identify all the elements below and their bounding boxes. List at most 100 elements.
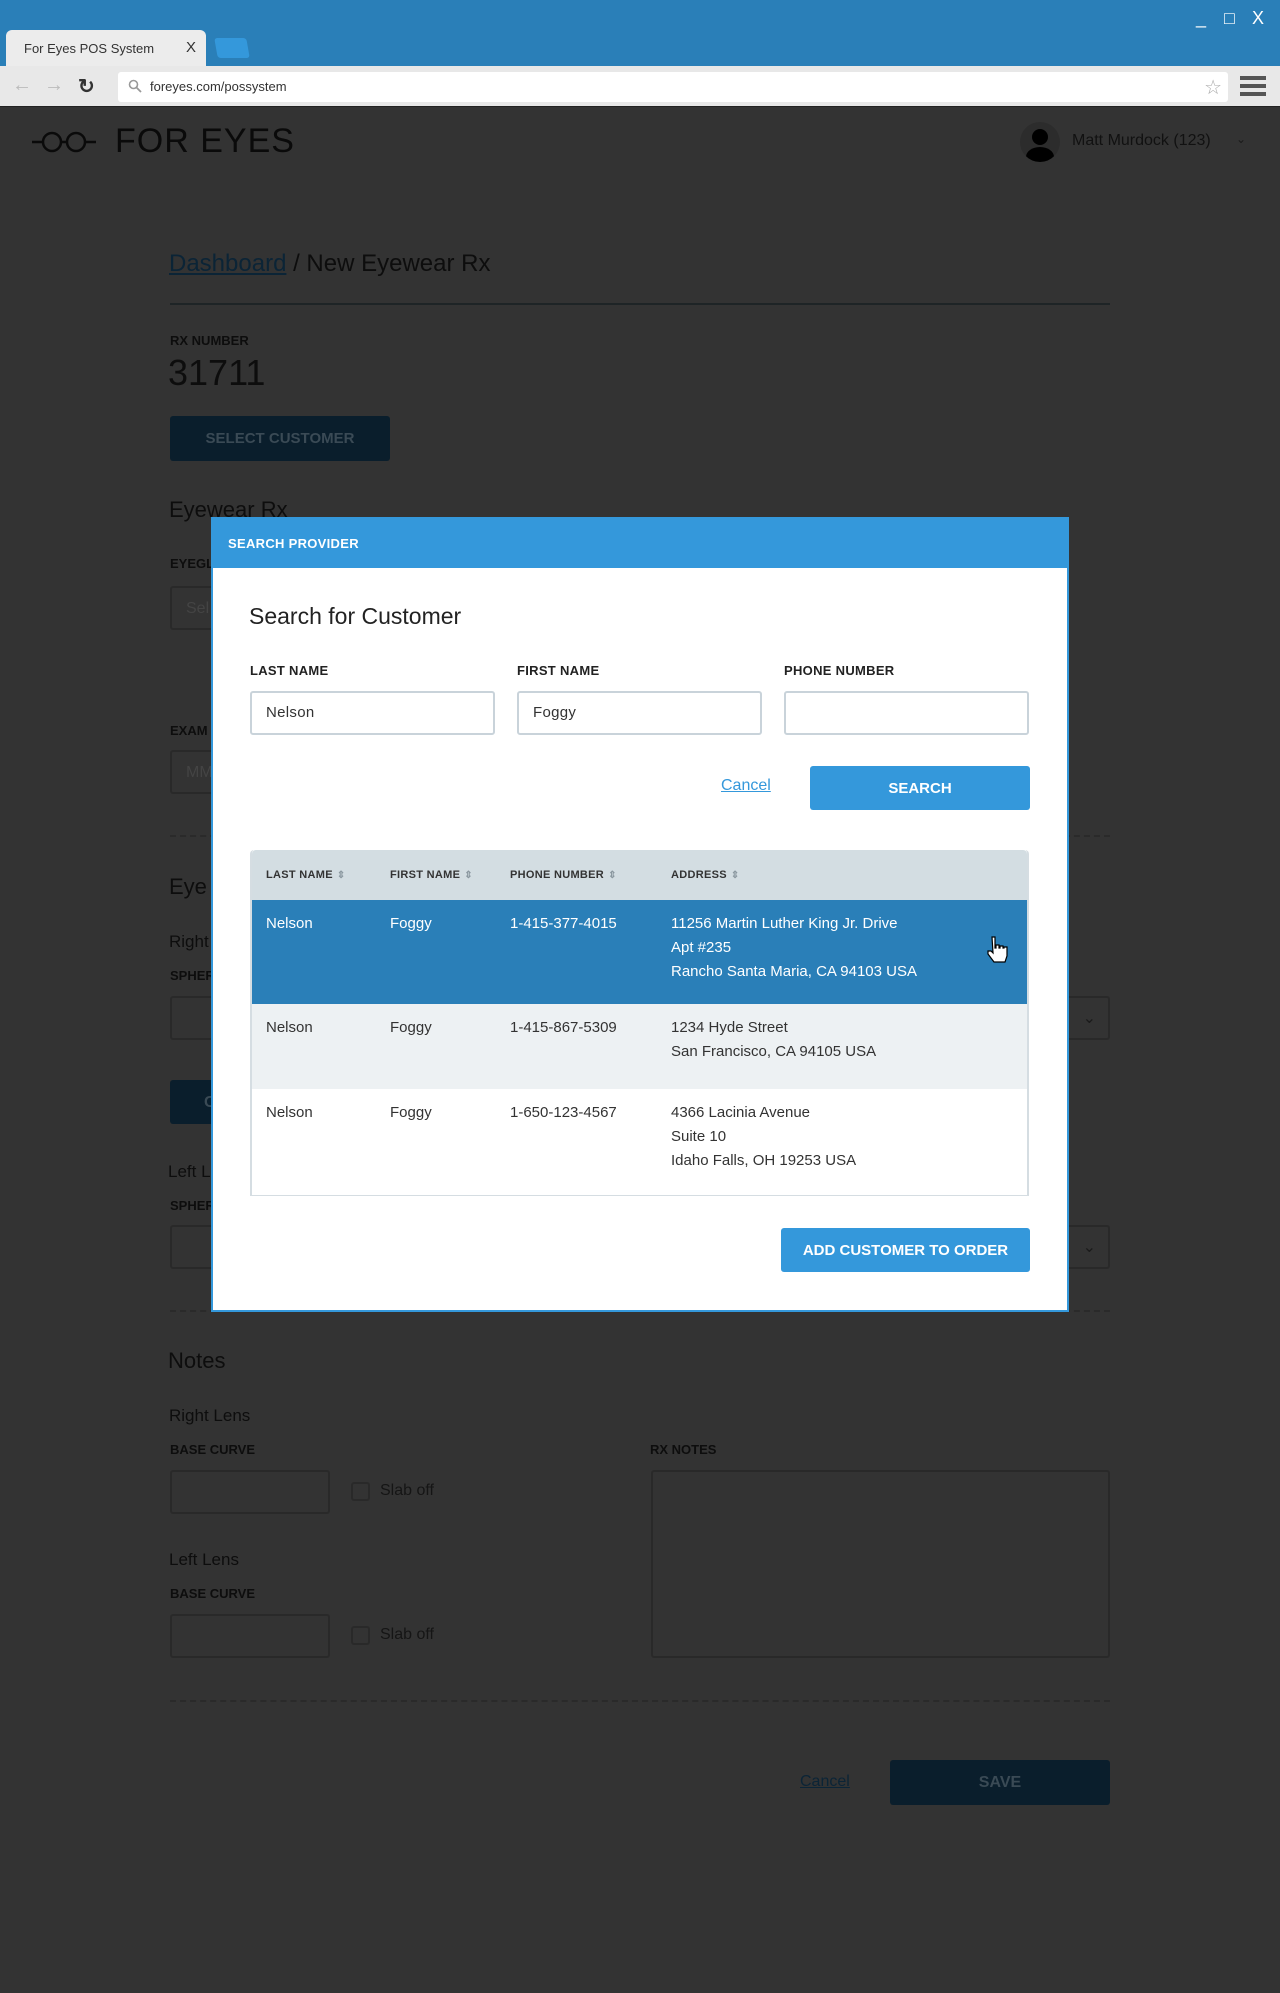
breadcrumb-current: / New Eyewear Rx [286,250,491,277]
cell-first: Foggy [390,915,432,932]
address-line: 1234 Hyde Street [671,1019,788,1036]
section-heading: Eye [169,874,207,899]
address-line: 11256 Martin Luther King Jr. Drive [671,915,898,932]
rx-notes-textarea[interactable] [651,1470,1110,1658]
select-customer-button[interactable]: SELECT CUSTOMER [170,416,390,461]
breadcrumb-dashboard-link[interactable]: Dashboard [169,250,286,277]
forward-icon[interactable]: → [44,74,64,97]
column-label: FIRST NAME [390,869,461,881]
new-tab-button[interactable] [214,38,250,58]
eyeglass-placeholder: Sel [186,600,210,617]
tab-close-icon[interactable]: X [186,39,196,56]
slab-off-label: Slab off [380,1482,434,1499]
phone-number-label: PHONE NUMBER [784,663,895,678]
address-line: 4366 Lacinia Avenue [671,1104,811,1121]
base-curve-label: BASE CURVE [170,1586,256,1601]
slab-off-label: Slab off [380,1626,434,1643]
address-line: Idaho Falls, OH 19253 USA [671,1152,857,1169]
column-header-last-name[interactable]: LAST NAME ⇕ [266,869,346,881]
sphere-label: SPHER [170,968,215,983]
last-name-input[interactable]: Nelson [250,691,495,735]
sort-icon: ⇕ [464,870,473,881]
rx-number: 31711 [168,352,266,393]
address-line: Suite 10 [671,1128,727,1145]
cell-first: Foggy [390,1019,432,1036]
cancel-link[interactable]: Cancel [800,1773,850,1791]
modal-title: Search for Customer [249,603,462,629]
chevron-down-icon[interactable]: ⌄ [1236,132,1246,146]
window-close-icon[interactable]: X [1252,8,1264,29]
cell-phone: 1-415-377-4015 [510,915,617,932]
notes-heading: Notes [168,1348,226,1373]
cell-first: Foggy [390,1104,432,1121]
first-name-label: FIRST NAME [517,663,600,678]
modal-cancel-link[interactable]: Cancel [721,777,771,795]
url-text: foreyes.com/possystem [150,79,287,94]
cell-phone: 1-415-867-5309 [510,1019,617,1036]
results-table: LAST NAME ⇕ FIRST NAME ⇕ PHONE NUMBER ⇕ ADD… [250,850,1029,1196]
right-base-curve-input[interactable] [170,1470,330,1514]
left-slab-off-checkbox[interactable] [351,1626,370,1645]
column-label: PHONE NUMBER [510,869,605,881]
cell-last: Nelson [266,915,313,932]
cell-last: Nelson [266,1104,313,1121]
maximize-icon[interactable]: □ [1224,8,1235,29]
right-slab-off-checkbox[interactable] [351,1482,370,1501]
sort-icon: ⇕ [730,870,740,881]
search-button[interactable]: SEARCH [810,766,1030,810]
rx-number-label: RX NUMBER [170,333,249,348]
tab-title: For Eyes POS System [24,41,155,56]
base-curve-label: BASE CURVE [170,1442,256,1457]
column-label: ADDRESS [671,869,727,881]
bookmark-star-icon[interactable]: ☆ [1204,75,1222,100]
glasses-logo-icon [32,131,96,153]
user-menu[interactable]: Matt Murdock (123) [1072,132,1211,150]
search-provider-modal: SEARCH PROVIDER Search for Customer LAST… [211,517,1069,1312]
address-line: Apt #235 [671,939,732,956]
menu-icon[interactable] [1240,76,1266,96]
table-row[interactable]: Nelson Foggy 1-650-123-4567 4366 Lacinia Av… [252,1089,1027,1195]
add-customer-to-order-button[interactable]: ADD CUSTOMER TO ORDER [781,1228,1030,1272]
divider [170,303,1110,305]
search-icon [128,79,142,93]
exam-placeholder: MM [186,764,213,781]
reload-icon[interactable]: ↻ [78,74,95,99]
hand-cursor-icon [987,936,1008,963]
cell-last: Nelson [266,1019,313,1036]
chevron-down-icon: ⌄ [1082,1010,1096,1027]
left-lens-label: Left Lens [169,1550,239,1569]
address-line: San Francisco, CA 94105 USA [671,1043,877,1060]
sort-icon: ⇕ [608,870,617,881]
breadcrumb: Dashboard / New Eyewear Rx [169,250,490,278]
column-label: LAST NAME [266,869,333,881]
address-bar[interactable]: foreyes.com/possystem ☆ [118,72,1228,102]
last-name-label: LAST NAME [250,663,329,678]
left-base-curve-input[interactable] [170,1614,330,1658]
cell-phone: 1-650-123-4567 [510,1104,617,1121]
back-icon[interactable]: ← [12,74,32,97]
column-header-phone-number[interactable]: PHONE NUMBER ⇕ [510,869,617,881]
minimize-icon[interactable]: _ [1196,8,1206,29]
column-header-address[interactable]: ADDRESS ⇕ [671,869,740,881]
app-logo: FOR EYES [115,122,295,160]
avatar[interactable] [1020,122,1060,162]
right-lens-label: Right [169,932,209,951]
cell-address: 4366 Lacinia Avenue Suite 10 Idaho Falls, … [671,1101,856,1173]
save-button[interactable]: SAVE [890,1760,1110,1805]
right-lens-label: Right Lens [169,1406,251,1425]
left-lens-label: Left L [168,1162,211,1181]
column-header-first-name[interactable]: FIRST NAME ⇕ [390,869,473,881]
rx-notes-label: RX NOTES [650,1442,717,1457]
modal-header: SEARCH PROVIDER [213,519,1067,568]
first-name-input[interactable]: Foggy [517,691,762,735]
eyeglass-label: EYEGL [170,556,215,571]
sphere-label: SPHER [170,1198,215,1213]
table-row[interactable]: Nelson Foggy 1-415-867-5309 1234 Hyde Stree… [252,1004,1027,1089]
phone-number-input[interactable] [784,691,1029,735]
divider [170,1700,1110,1702]
table-row[interactable]: Nelson Foggy 1-415-377-4015 11256 Martin Lu… [252,900,1027,1004]
exam-label: EXAM [170,723,208,738]
browser-tab[interactable]: For Eyes POS System X [6,30,206,66]
cell-address: 1234 Hyde Street San Francisco, CA 94105 … [671,1016,876,1064]
sort-icon: ⇕ [336,870,346,881]
